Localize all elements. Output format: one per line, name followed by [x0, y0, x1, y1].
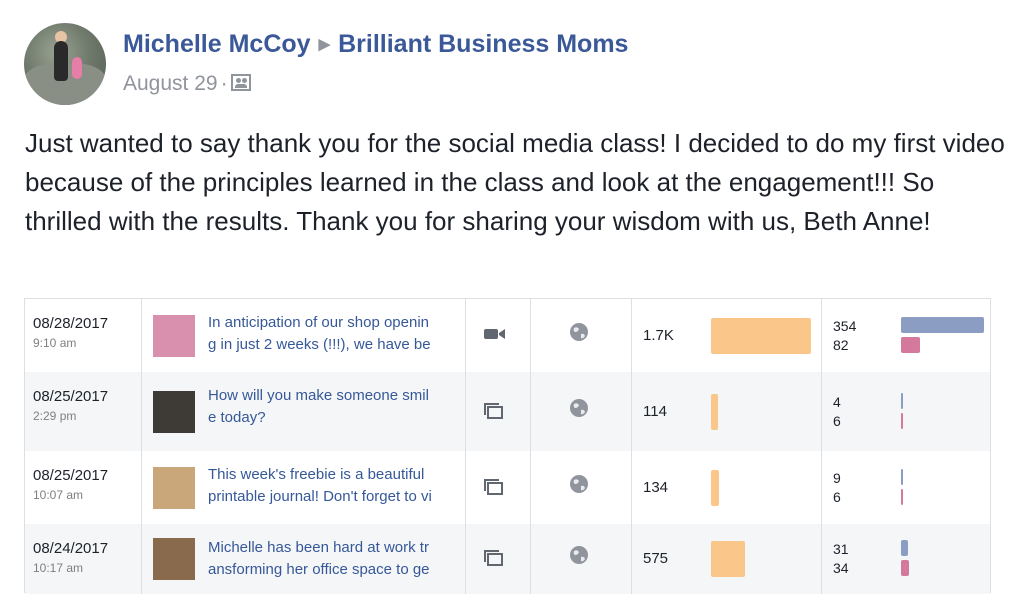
engagement-count: 96 [833, 469, 841, 507]
post-time: 10:07 am [33, 488, 84, 502]
table-row[interactable]: 08/25/2017 2:29 pm How will you make someo… [25, 372, 990, 451]
reach-bar [711, 541, 745, 577]
engagement-bottom-bar [901, 336, 920, 353]
column-divider [141, 524, 142, 594]
post-meta: August 29 · [123, 72, 251, 96]
post-date: 08/24/2017 [33, 540, 109, 557]
column-divider [530, 524, 531, 594]
column-divider [465, 524, 466, 594]
reach-bar [711, 317, 811, 354]
post-date: 08/28/2017 [33, 315, 109, 332]
column-divider [465, 299, 466, 372]
column-divider [530, 372, 531, 451]
engagement-top-count: 31 [833, 541, 849, 557]
group-name-link[interactable]: Brilliant Business Moms [338, 30, 628, 58]
engagement-top-count: 9 [833, 469, 841, 486]
album-icon [483, 549, 505, 572]
engagement-top-bar [901, 392, 903, 409]
avatar-child [72, 57, 82, 79]
post-preview-link[interactable]: In anticipation of our shop openin g in … [208, 312, 458, 356]
reach-bar [711, 469, 719, 506]
reach-bar [711, 393, 718, 430]
reach-count: 134 [643, 478, 669, 496]
column-divider [821, 299, 822, 372]
engagement-top-bar [901, 316, 984, 333]
engagement-bottom-bar [901, 488, 903, 505]
group-audience-icon[interactable] [230, 74, 251, 91]
engagement-count: 46 [833, 393, 841, 431]
table-row[interactable]: 08/24/2017 10:17 am Michelle has been hard… [25, 524, 990, 594]
post-thumbnail[interactable] [153, 390, 195, 433]
column-divider [530, 299, 531, 372]
post-date: 08/25/2017 [33, 467, 109, 484]
post-thumbnail[interactable] [153, 538, 195, 580]
engagement-count: 354 82 [833, 317, 856, 355]
post-time: 10:17 am [33, 561, 84, 575]
author-name-link[interactable]: Michelle McCoy [123, 30, 311, 58]
column-divider [465, 372, 466, 451]
post-header: Michelle McCoy ▶ Brilliant Business Moms [123, 30, 628, 59]
post-time: 2:29 pm [33, 409, 77, 423]
video-camera-icon [483, 326, 507, 347]
engagement-bottom-bar [901, 412, 903, 429]
engagement-bottom-count: 34 [833, 560, 849, 576]
column-divider [821, 372, 822, 451]
post-date-link[interactable]: August 29 [123, 72, 218, 95]
album-icon [483, 402, 505, 425]
post-time: 9:10 am [33, 336, 77, 350]
post-body: Just wanted to say thank you for the soc… [25, 128, 1005, 236]
column-divider [631, 299, 632, 372]
post-thumbnail[interactable] [153, 466, 195, 509]
column-divider [141, 372, 142, 451]
table-row[interactable]: 08/25/2017 10:07 am This week's freebie is… [25, 451, 990, 524]
engagement-bottom-count: 6 [833, 488, 841, 505]
engagement-count: 31 34 [833, 540, 849, 578]
post-preview-link[interactable]: This week's freebie is a beautiful print… [208, 464, 458, 508]
engagement-top-count: 354 [833, 317, 857, 334]
reach-count: 114 [643, 402, 667, 420]
globe-icon [569, 398, 589, 423]
column-divider [821, 451, 822, 524]
column-divider [141, 299, 142, 372]
globe-icon [569, 322, 589, 347]
column-divider [465, 451, 466, 524]
insights-table: 08/28/2017 9:10 am In anticipation of our … [24, 298, 991, 594]
engagement-bottom-count: 6 [833, 412, 841, 429]
post-preview-link[interactable]: How will you make someone smil e today? [208, 385, 458, 429]
meta-separator: · [220, 72, 228, 95]
engagement-top-count: 4 [833, 393, 841, 410]
engagement-bottom-bar [901, 560, 909, 576]
reach-count: 1.7K [643, 326, 674, 344]
arrow-right-icon: ▶ [318, 36, 331, 53]
engagement-bottom-count: 82 [833, 336, 849, 353]
album-icon [483, 478, 505, 501]
engagement-top-bar [901, 540, 908, 556]
reach-count: 575 [643, 550, 669, 567]
author-avatar[interactable] [24, 23, 106, 105]
column-divider [631, 524, 632, 594]
globe-icon [569, 474, 589, 499]
table-row[interactable]: 08/28/2017 9:10 am In anticipation of our … [25, 299, 990, 372]
avatar-person [54, 41, 68, 81]
globe-icon [569, 545, 589, 570]
column-divider [530, 451, 531, 524]
post-thumbnail[interactable] [153, 314, 195, 357]
post-date: 08/25/2017 [33, 388, 109, 405]
column-divider [821, 524, 822, 594]
column-divider [631, 451, 632, 524]
engagement-top-bar [901, 468, 903, 485]
post-preview-link[interactable]: Michelle has been hard at work tr ansfor… [208, 537, 458, 581]
column-divider [141, 451, 142, 524]
column-divider [631, 372, 632, 451]
